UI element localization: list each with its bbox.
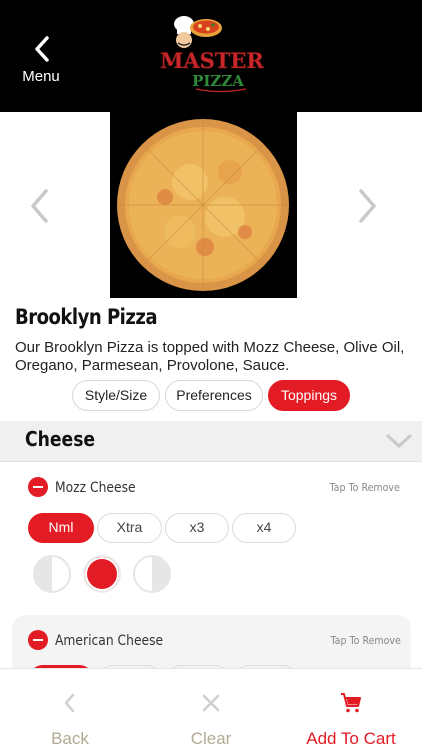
tab-toppings[interactable]: Toppings — [268, 380, 350, 411]
amount-xtra-button[interactable]: Xtra — [97, 513, 162, 543]
tab-preferences[interactable]: Preferences — [165, 380, 263, 411]
topping-name-mozz-cheese: Mozz Cheese — [55, 480, 136, 496]
amount-x3-button[interactable]: x3 — [165, 513, 229, 543]
previous-image-arrow-icon[interactable] — [25, 188, 55, 224]
back-button[interactable]: Back — [0, 669, 140, 750]
left-half-portion-icon[interactable] — [33, 555, 71, 593]
svg-text:MASTER: MASTER — [160, 48, 264, 73]
right-half-portion-icon[interactable] — [133, 555, 171, 593]
product-description: Our Brooklyn Pizza is topped with Mozz C… — [15, 339, 405, 374]
amount-x4-button[interactable]: x4 — [232, 513, 296, 543]
next-image-arrow-icon[interactable] — [352, 188, 382, 224]
cheese-section-header[interactable]: Cheese — [0, 421, 422, 462]
tap-to-remove-american-cheese[interactable]: Tap To Remove — [331, 634, 401, 647]
amount-nml-button[interactable]: Nml — [28, 513, 94, 543]
chevron-down-icon — [386, 434, 412, 448]
chevron-left-icon — [35, 36, 49, 62]
whole-portion-icon[interactable] — [83, 555, 121, 593]
pizza-photo — [110, 112, 297, 298]
close-icon — [202, 694, 220, 712]
master-pizza-logo: MASTER PIZZA — [160, 16, 265, 93]
back-label: Back — [51, 729, 89, 748]
product-title: Brooklyn Pizza — [15, 305, 158, 329]
svg-text:PIZZA: PIZZA — [192, 72, 244, 90]
menu-label: Menu — [22, 68, 60, 85]
remove-mozz-cheese-icon[interactable] — [28, 477, 48, 497]
chevron-left-icon — [64, 693, 75, 713]
remove-american-cheese-icon[interactable] — [28, 630, 48, 650]
clear-button[interactable]: Clear — [141, 669, 281, 750]
section-title: Cheese — [25, 427, 96, 451]
bottom-action-bar: Back Clear Add To Cart — [0, 668, 422, 750]
topping-name-american-cheese: American Cheese — [55, 633, 164, 649]
clear-label: Clear — [190, 729, 232, 748]
menu-back-button[interactable]: Menu — [14, 30, 70, 92]
tab-style-size[interactable]: Style/Size — [72, 380, 160, 411]
shopping-cart-icon — [341, 693, 361, 713]
tap-to-remove-mozz-cheese[interactable]: Tap To Remove — [330, 481, 400, 494]
add-to-cart-label: Add To Cart — [306, 729, 396, 748]
top-navigation-bar: Menu MASTER PIZZA — [0, 0, 422, 112]
add-to-cart-button[interactable]: Add To Cart — [281, 669, 421, 750]
